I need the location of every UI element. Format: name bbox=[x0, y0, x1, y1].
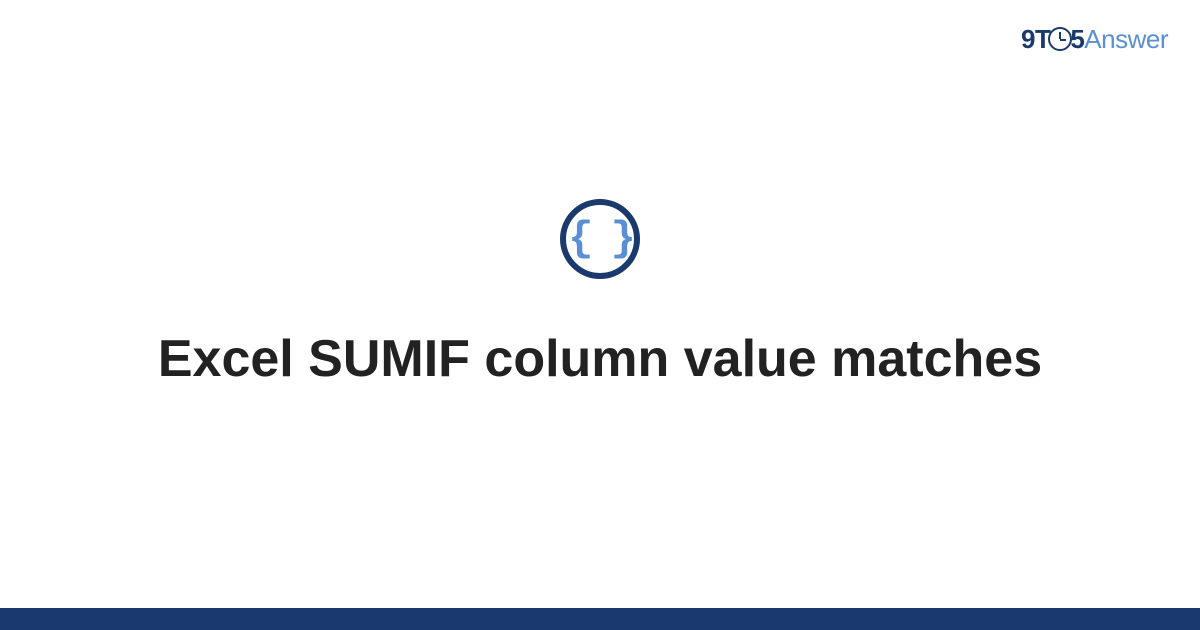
logo-text-5: 5 bbox=[1070, 24, 1084, 54]
main-content: { } Excel SUMIF column value matches bbox=[0, 0, 1200, 630]
code-braces-icon: { } bbox=[568, 218, 632, 260]
page-title: Excel SUMIF column value matches bbox=[158, 327, 1042, 392]
category-icon-circle: { } bbox=[560, 199, 640, 279]
logo-text-9t: 9T bbox=[1021, 24, 1050, 54]
bottom-accent-bar bbox=[0, 608, 1200, 630]
site-logo: 9T 5Answer bbox=[1021, 24, 1168, 55]
logo-text-answer: Answer bbox=[1084, 24, 1168, 54]
clock-icon bbox=[1048, 27, 1072, 51]
